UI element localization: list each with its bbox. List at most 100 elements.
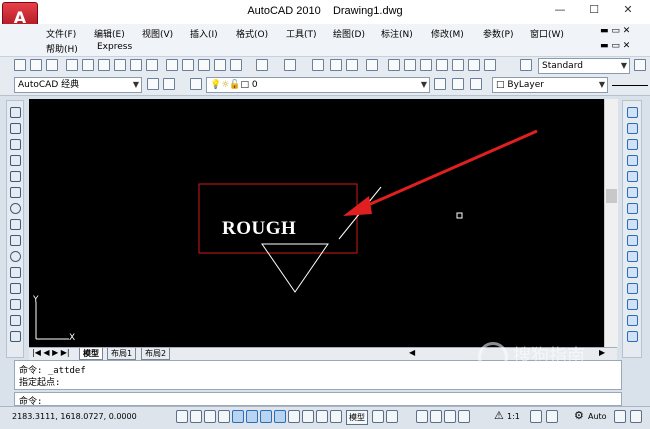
showmotion-icon[interactable] — [458, 410, 470, 423]
print-icon[interactable] — [66, 59, 78, 71]
menu-help[interactable]: 帮助(H) — [46, 42, 78, 55]
block-editor-icon[interactable] — [230, 59, 242, 71]
menu-view[interactable]: 视图(V) — [142, 27, 173, 40]
ellipse-arc-icon[interactable] — [10, 267, 21, 278]
mirror-icon[interactable] — [627, 139, 638, 150]
menu-dimension[interactable]: 标注(N) — [381, 27, 413, 40]
polygon-icon[interactable] — [10, 155, 21, 166]
help-icon[interactable] — [484, 59, 496, 71]
clean-screen-icon[interactable] — [630, 410, 642, 423]
tab-layout2[interactable]: 布局2 — [141, 348, 171, 360]
tab-layout1[interactable]: 布局1 — [107, 348, 137, 360]
extend-icon[interactable] — [627, 267, 638, 278]
workspace-select[interactable]: AutoCAD 经典 ▼ — [14, 77, 142, 93]
coordinates-readout[interactable]: 2183.3111, 1618.0727, 0.0000 — [12, 412, 137, 421]
point-icon[interactable] — [10, 315, 21, 326]
menu-express[interactable]: Express — [97, 42, 132, 52]
scale-icon[interactable] — [627, 219, 638, 230]
vertical-scrollbar[interactable] — [604, 99, 618, 347]
tab-nav-arrows[interactable]: |◀ ◀ ▶ ▶| — [32, 348, 70, 357]
doc-window-controls[interactable]: ▬ ▭ ✕ — [600, 26, 630, 36]
arc-icon[interactable] — [10, 187, 21, 198]
offset-icon[interactable] — [627, 155, 638, 166]
pan-status-icon[interactable] — [416, 410, 428, 423]
stretch-icon[interactable] — [627, 235, 638, 246]
make-block-icon[interactable] — [10, 299, 21, 310]
new-icon[interactable] — [14, 59, 26, 71]
plot-icon[interactable] — [130, 59, 142, 71]
dynamic-ucs-icon[interactable] — [288, 410, 300, 423]
workspace-switch-icon[interactable]: ⚙ — [574, 409, 584, 422]
lineweight-icon[interactable] — [316, 410, 328, 423]
chamfer-icon[interactable] — [627, 315, 638, 326]
pan-icon[interactable] — [312, 59, 324, 71]
quickcalc-icon[interactable] — [468, 59, 480, 71]
annotation-visibility-icon[interactable] — [530, 410, 542, 423]
hscroll-left-arrow[interactable]: ◀ — [409, 348, 415, 357]
zoom-window-icon[interactable] — [346, 59, 358, 71]
grid-display-icon[interactable] — [204, 410, 216, 423]
match-properties-icon[interactable] — [214, 59, 226, 71]
auto-scale-icon[interactable] — [546, 410, 558, 423]
layer-previous-icon[interactable] — [452, 78, 464, 90]
minimize-button[interactable]: — — [548, 3, 572, 19]
zoom-realtime-icon[interactable] — [330, 59, 342, 71]
color-select[interactable]: □ ByLayer ▼ — [492, 77, 608, 93]
snap-mode-icon[interactable] — [190, 410, 202, 423]
menu-parametric[interactable]: 参数(P) — [483, 27, 513, 40]
annotation-scale[interactable]: 1:1 — [507, 412, 520, 421]
3d-osnap-icon[interactable] — [260, 410, 272, 423]
make-current-layer-icon[interactable] — [434, 78, 446, 90]
workspace-settings-icon[interactable] — [147, 78, 159, 90]
open-icon[interactable] — [30, 59, 42, 71]
break-icon[interactable] — [627, 283, 638, 294]
markup-icon[interactable] — [452, 59, 464, 71]
quick-view-layouts-icon[interactable] — [372, 410, 384, 423]
fillet-icon[interactable] — [627, 331, 638, 342]
etransmit-icon[interactable] — [146, 59, 158, 71]
redo-icon[interactable] — [284, 59, 296, 71]
cut-icon[interactable] — [166, 59, 178, 71]
text-style-select[interactable]: Standard ▼ — [538, 58, 630, 74]
publish-icon[interactable] — [98, 59, 110, 71]
menu-file[interactable]: 文件(F) — [46, 27, 76, 40]
move-icon[interactable] — [627, 187, 638, 198]
hatch-icon[interactable] — [10, 331, 21, 342]
layer-select[interactable]: 💡☼🔓□ 0 ▼ — [206, 77, 430, 93]
maximize-button[interactable]: ☐ — [582, 3, 606, 19]
erase-icon[interactable] — [627, 107, 638, 118]
object-snap-icon[interactable] — [246, 410, 258, 423]
object-snap-tracking-icon[interactable] — [274, 410, 286, 423]
spline-icon[interactable] — [10, 235, 21, 246]
array-icon[interactable] — [627, 171, 638, 182]
close-button[interactable]: ✕ — [616, 3, 640, 19]
layer-manager-icon[interactable] — [190, 78, 202, 90]
model-space-button[interactable]: 模型 — [346, 410, 368, 425]
drawing-area[interactable]: ROUGH Y X — [29, 99, 604, 347]
trim-icon[interactable] — [627, 251, 638, 262]
text-style-icon[interactable] — [520, 59, 532, 71]
join-icon[interactable] — [627, 299, 638, 310]
menu-format[interactable]: 格式(O) — [236, 27, 268, 40]
properties-icon[interactable] — [388, 59, 400, 71]
menu-tools[interactable]: 工具(T) — [286, 27, 317, 40]
insert-block-icon[interactable] — [10, 283, 21, 294]
paste-icon[interactable] — [198, 59, 210, 71]
rectangle-icon[interactable] — [10, 171, 21, 182]
save-icon[interactable] — [46, 59, 58, 71]
menu-window[interactable]: 窗口(W) — [530, 27, 564, 40]
tool-palettes-icon[interactable] — [420, 59, 432, 71]
sheet-set-icon[interactable] — [436, 59, 448, 71]
workspace-save-icon[interactable] — [163, 78, 175, 90]
scroll-thumb[interactable] — [606, 189, 617, 203]
circle-icon[interactable] — [10, 203, 21, 214]
command-input[interactable]: 命令: — [14, 392, 622, 407]
copy-object-icon[interactable] — [627, 123, 638, 134]
undo-icon[interactable] — [256, 59, 268, 71]
quick-view-drawings-icon[interactable] — [386, 410, 398, 423]
line-icon[interactable] — [10, 107, 21, 118]
menu-insert[interactable]: 插入(I) — [190, 27, 218, 40]
rotate-icon[interactable] — [627, 203, 638, 214]
revision-cloud-icon[interactable] — [10, 219, 21, 230]
tab-model[interactable]: 模型 — [79, 348, 103, 360]
